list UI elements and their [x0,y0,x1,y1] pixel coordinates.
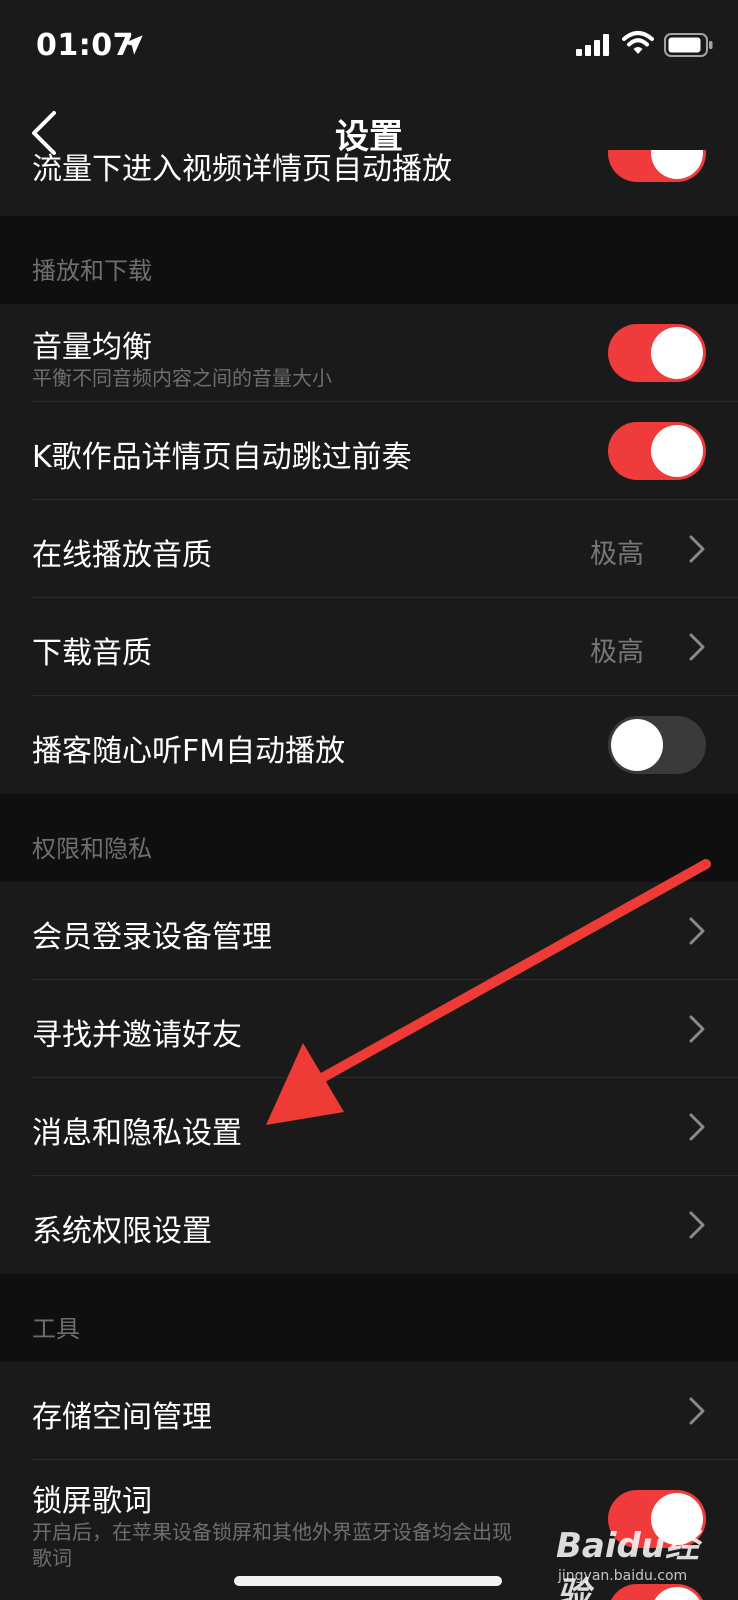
setting-row-podcast-fm-autoplay[interactable]: 播客随心听FM自动播放 [0,696,738,794]
chevron-right-icon [689,1211,705,1239]
setting-label: 在线播放音质 [32,538,212,573]
back-chevron-icon [32,111,56,155]
section-header-playback: 播放和下载 [0,216,738,304]
chevron-right-icon [689,1113,705,1141]
home-indicator[interactable] [234,1576,502,1586]
section-title: 权限和隐私 [32,835,152,863]
setting-row-skip-intro[interactable]: K歌作品详情页自动跳过前奏 [0,402,738,500]
chevron-right-icon [689,535,705,563]
setting-label: 存储空间管理 [32,1400,212,1435]
toggle-switch-off[interactable] [608,716,706,774]
nav-bar-foreground: 设置 [0,90,738,176]
section-header-privacy: 权限和隐私 [0,794,738,882]
cellular-signal-icon [576,34,609,56]
toggle-knob [611,719,663,771]
toggle-knob [651,425,703,477]
setting-sublabel-continued: 歌词 [32,1546,72,1570]
section-header-tools: 工具 [0,1274,738,1362]
section-title: 播放和下载 [32,257,152,285]
setting-label: 消息和隐私设置 [32,1116,242,1151]
settings-screen: 01:07 设置 流量下进入视频详情页自动播 [0,0,738,1600]
toggle-knob [651,327,703,379]
section-title: 工具 [32,1315,80,1343]
chevron-right-icon [689,1397,705,1425]
setting-row-download-quality[interactable]: 下载音质 极高 [0,598,738,696]
page-title-foreground: 设置 [335,116,403,157]
back-button-foreground[interactable] [30,98,90,168]
setting-row-storage-management[interactable]: 存储空间管理 [0,1362,738,1460]
chevron-right-icon [689,917,705,945]
setting-label: 音量均衡 [32,330,152,365]
toggle-switch-on[interactable] [608,422,706,480]
battery-icon [664,33,713,57]
watermark-site: jingyan.baidu.com [558,1568,688,1584]
setting-label: K歌作品详情页自动跳过前奏 [32,440,412,475]
setting-value: 极高 [590,637,644,668]
setting-label: 会员登录设备管理 [32,920,272,955]
setting-row-online-quality[interactable]: 在线播放音质 极高 [0,500,738,598]
setting-label: 播客随心听FM自动播放 [32,734,346,769]
setting-label: 锁屏歌词 [32,1484,152,1519]
setting-label: 寻找并邀请好友 [32,1018,242,1053]
setting-sublabel: 开启后，在苹果设备锁屏和其他外界蓝牙设备均会出现 [32,1520,512,1544]
setting-value: 极高 [590,539,644,570]
status-bar: 01:07 [0,0,738,90]
setting-row-volume-balance[interactable]: 音量均衡 平衡不同音频内容之间的音量大小 [0,304,738,402]
chevron-right-icon [689,633,705,661]
setting-row-device-management[interactable]: 会员登录设备管理 [0,882,738,980]
setting-row-invite-friends[interactable]: 寻找并邀请好友 [0,980,738,1078]
setting-row-message-privacy[interactable]: 消息和隐私设置 [0,1078,738,1176]
chevron-right-icon [689,1015,705,1043]
watermark-logo: Baidu经验 [556,1526,700,1600]
wifi-icon [622,31,654,54]
toggle-switch-on[interactable] [608,324,706,382]
location-arrow-icon [123,35,143,55]
setting-sublabel: 平衡不同音频内容之间的音量大小 [32,366,332,390]
setting-label: 下载音质 [32,636,152,671]
setting-row-system-permissions[interactable]: 系统权限设置 [0,1176,738,1274]
setting-label: 系统权限设置 [32,1214,212,1249]
baidu-jingyan-watermark: Baidu经验 jingyan.baidu.com [556,1518,732,1600]
